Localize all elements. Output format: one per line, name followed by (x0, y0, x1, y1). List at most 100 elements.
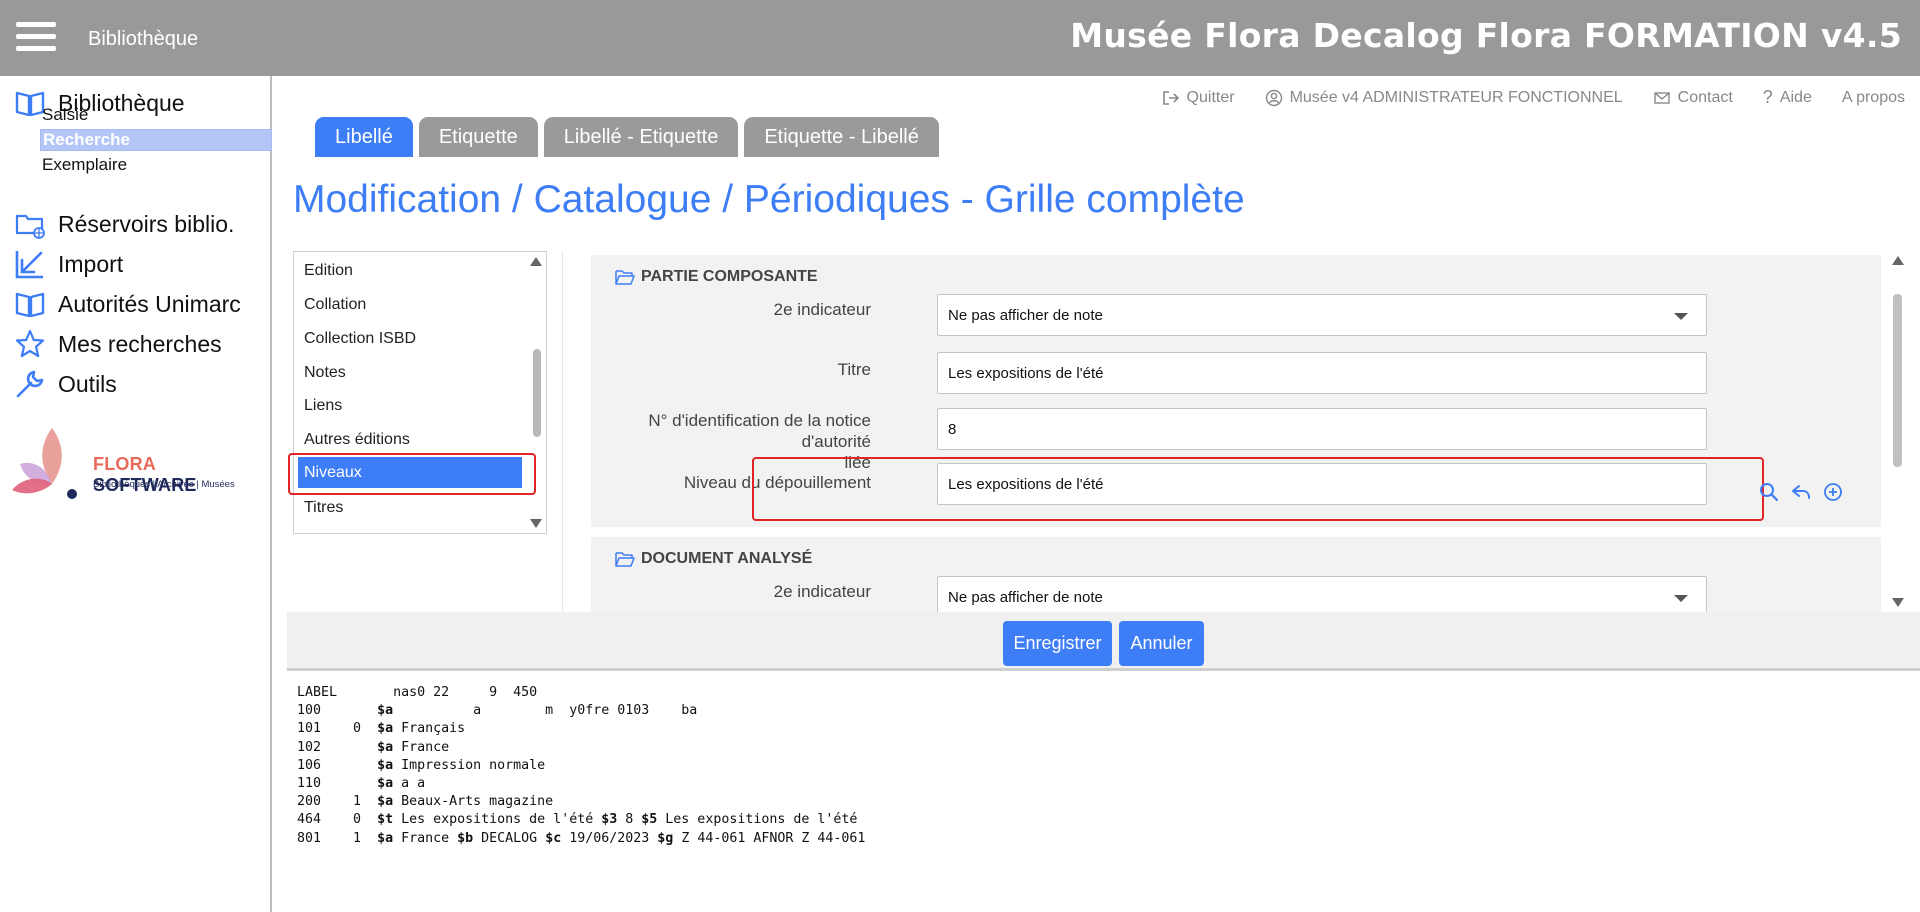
hamburger-menu-icon[interactable] (16, 22, 56, 54)
field-list-item-titres[interactable]: Titres (304, 499, 343, 517)
indicator-label: 2e indicateur (773, 582, 871, 601)
unimarc-line: 106 $a Impression normale (297, 757, 865, 775)
undo-icon[interactable] (1790, 481, 1812, 503)
help-question-icon: ? (1762, 87, 1773, 107)
book-icon (15, 292, 45, 318)
tab-etiquette[interactable]: Etiquette (418, 117, 538, 157)
indicator-label: 2e indicateur (773, 300, 871, 319)
field-list-item-collation[interactable]: Collation (304, 296, 366, 314)
unimarc-subfield-value: a a (393, 776, 426, 792)
sidebar-item-import[interactable]: Import (14, 247, 123, 281)
unimarc-subfield-code: $a (377, 721, 394, 737)
section-header: PARTIE COMPOSANTE (615, 268, 818, 286)
folder-globe-icon (15, 214, 45, 239)
logo-tagline: Bibliothèques | Archives | Musées (93, 479, 235, 490)
tab-libelle-etiquette[interactable]: Libellé - Etiquette (543, 117, 739, 157)
unimarc-tag: 101 0 (297, 721, 378, 737)
field-list-item-edition[interactable]: Edition (304, 262, 353, 280)
field-list-item-autres-editions[interactable]: Autres éditions (304, 431, 410, 449)
sidebar-subitem-saisie[interactable]: Saisie (42, 105, 88, 125)
logout-icon (1162, 90, 1179, 105)
unimarc-subfield-code: $a (377, 830, 394, 846)
unimarc-subfield-value: Français (393, 721, 466, 737)
flora-software-logo: FLORA SOFTWARE Bibliothèques | Archives … (12, 424, 262, 504)
unimarc-subfield-value: France (393, 739, 450, 755)
top-links: Quitter Musée v4 ADMINISTRATEUR FONCTION… (1162, 87, 1905, 108)
unimarc-tag: 200 1 (297, 794, 378, 810)
scroll-up-icon[interactable] (1892, 256, 1904, 265)
section-partie-composante: PARTIE COMPOSANTE 2e indicateur Ne pas a… (591, 255, 1881, 527)
form-scrollbar[interactable] (1890, 251, 1906, 612)
unimarc-leader-value: nas0 22 9 450 (337, 685, 538, 700)
sidebar-item-mes-recherches[interactable]: Mes recherches (14, 327, 222, 361)
tab-libelle[interactable]: Libellé (315, 117, 413, 157)
tab-etiquette-libelle[interactable]: Etiquette - Libellé (744, 117, 939, 157)
unimarc-line: 110 $a a a (297, 775, 865, 793)
user-label: Musée v4 ADMINISTRATEUR FONCTIONNEL (1289, 88, 1623, 106)
sidebar-item-outils[interactable]: Outils (14, 367, 117, 401)
unimarc-subfield-value: a m y0fre 0103 ba (393, 703, 698, 719)
highlight-box (288, 453, 536, 495)
star-icon (15, 329, 45, 358)
search-icon[interactable] (1758, 481, 1780, 503)
user-link[interactable]: Musée v4 ADMINISTRATEUR FONCTIONNEL (1265, 87, 1623, 108)
unimarc-subfield-code: $g (657, 830, 674, 846)
quitter-link[interactable]: Quitter (1162, 87, 1235, 108)
aide-link[interactable]: ? Aide (1763, 87, 1812, 108)
unimarc-line: LABEL nas0 22 9 450 (297, 684, 865, 702)
unimarc-subfield-code: $b (457, 830, 474, 846)
unimarc-subfield-value: 8 (617, 812, 642, 828)
indicator-value: Ne pas afficher de note (948, 588, 1103, 606)
id-notice-field[interactable]: 8 (937, 408, 1707, 450)
section-header: DOCUMENT ANALYSÉ (615, 550, 812, 568)
scroll-down-icon[interactable] (530, 519, 542, 528)
sidebar-item-autorites[interactable]: Autorités Unimarc (14, 287, 241, 321)
unimarc-subfield-code: $a (377, 776, 394, 792)
save-button[interactable]: Enregistrer (1003, 621, 1112, 666)
contact-link[interactable]: Contact (1653, 87, 1733, 108)
unimarc-subfield-code: $3 (601, 812, 618, 828)
unimarc-line: 101 0 $a Français (297, 720, 865, 738)
scrollbar-thumb[interactable] (533, 349, 541, 437)
import-arrow-icon (15, 251, 43, 279)
cancel-button[interactable]: Annuler (1119, 621, 1204, 666)
view-tabs: Libellé Etiquette Libellé - Etiquette Et… (315, 117, 939, 157)
section-title: PARTIE COMPOSANTE (641, 268, 818, 285)
unimarc-subfield-value: Z 44-061 AFNOR Z 44-061 (673, 830, 866, 846)
unimarc-subfield-value: DECALOG (473, 830, 546, 846)
section-document-analyse: DOCUMENT ANALYSÉ 2e indicateur Ne pas af… (591, 537, 1881, 612)
unimarc-subfield-code: $a (377, 794, 394, 810)
sidebar-subitem-exemplaire[interactable]: Exemplaire (42, 155, 127, 175)
scroll-up-icon[interactable] (530, 257, 542, 266)
unimarc-record: LABEL nas0 22 9 450 100 $a a m y0fre 0103… (297, 684, 865, 848)
unimarc-tag: 110 (297, 776, 378, 792)
flora-flower-icon (12, 428, 77, 499)
chevron-down-icon (1674, 313, 1688, 320)
unimarc-line: 801 1 $a France $b DECALOG $c 19/06/2023… (297, 830, 865, 848)
sidebar-item-bibliotheque[interactable]: Bibliothèque (14, 86, 185, 120)
add-circle-icon[interactable] (1822, 481, 1844, 503)
action-bar: Enregistrer Annuler (287, 612, 1920, 671)
indicator-select[interactable]: Ne pas afficher de note (937, 294, 1707, 336)
titre-field[interactable]: Les expositions de l'été (937, 352, 1707, 394)
scroll-down-icon[interactable] (1892, 598, 1904, 607)
id-notice-label-line1: N° d'identification de la notice d'autor… (648, 411, 871, 451)
field-list-item-liens[interactable]: Liens (304, 397, 342, 415)
unimarc-subfield-code: $a (377, 739, 394, 755)
module-name: Bibliothèque (88, 28, 199, 50)
scrollbar-thumb[interactable] (1893, 294, 1902, 467)
sidebar-item-label: Autorités Unimarc (58, 290, 241, 317)
unimarc-subfield-code: $5 (641, 812, 658, 828)
sidebar-item-label: Réservoirs biblio. (58, 210, 235, 237)
unimarc-line: 102 $a France (297, 739, 865, 757)
app-title: Musée Flora Decalog Flora FORMATION v4.5 (1070, 16, 1902, 55)
unimarc-subfield-value: Les expositions de l'été (657, 812, 858, 828)
field-list-item-notes[interactable]: Notes (304, 364, 346, 382)
wrench-icon (16, 370, 44, 398)
field-list-item-collection-isbd[interactable]: Collection ISBD (304, 330, 416, 348)
sidebar-subitem-recherche[interactable]: Recherche (40, 129, 272, 151)
sidebar-item-reservoirs[interactable]: Réservoirs biblio. (14, 207, 234, 241)
folder-open-icon (615, 269, 635, 285)
apropos-link[interactable]: A propos (1842, 87, 1905, 108)
indicator-select[interactable]: Ne pas afficher de note (937, 576, 1707, 612)
